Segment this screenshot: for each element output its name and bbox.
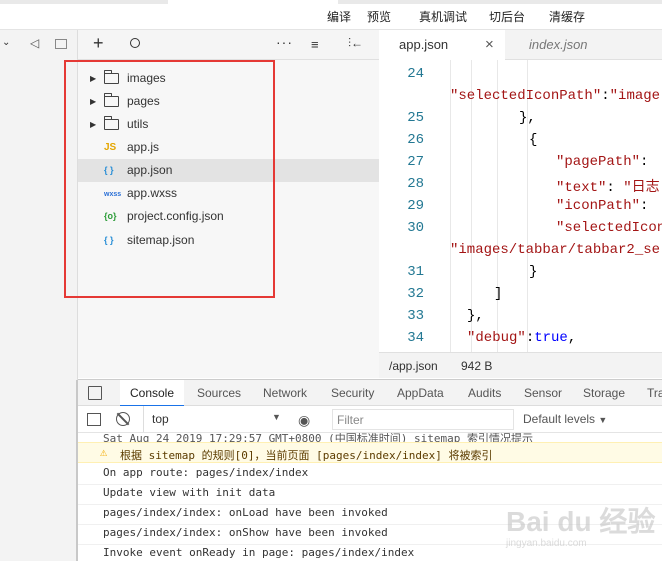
tab-network[interactable]: Network — [263, 380, 307, 407]
editor-status-bar: /app.json 942 B — [379, 352, 662, 378]
warning-text: 根据 sitemap 的规则[0]，当前页面 [pages/index/inde… — [120, 449, 493, 462]
line-number: 29 — [407, 198, 424, 214]
log-line: Invoke event onReady in page: pages/inde… — [103, 546, 415, 559]
log-levels-select[interactable]: Default levels ▼ — [523, 412, 607, 426]
compile-menu[interactable]: 编译 — [327, 8, 351, 25]
preview-menu[interactable]: 预览 — [367, 8, 391, 25]
tab-app-json[interactable]: app.json × — [379, 30, 505, 60]
tab-index-json[interactable]: index.json — [529, 30, 649, 60]
split-icon[interactable]: ⫶← — [348, 36, 363, 51]
line-number: 25 — [407, 110, 424, 126]
line-number: 34 — [407, 330, 424, 346]
tab-appdata[interactable]: AppData — [397, 380, 444, 407]
highlight-box — [64, 60, 275, 298]
line-number: 27 — [407, 154, 424, 170]
window-tab-strip-right — [338, 0, 662, 4]
top-menu-bar: 编译 预览 真机调试 切后台 清缓存 — [0, 0, 662, 30]
watermark-url: jingyan.baidu.com — [506, 538, 587, 549]
line-number: 31 — [407, 264, 424, 280]
line-number: 33 — [407, 308, 424, 324]
window-icon[interactable] — [55, 39, 67, 49]
file-path: /app.json — [389, 359, 438, 373]
tab-label: Tra — [647, 386, 662, 400]
tab-trace[interactable]: Tra — [647, 380, 662, 407]
explorer-toolbar: + ··· ≡ ⫶← — [78, 30, 379, 60]
tab-label: index.json — [529, 37, 588, 52]
context-select[interactable]: top ▼ — [143, 406, 283, 432]
more-icon[interactable]: ··· — [276, 34, 293, 50]
sidebar-toggle-icon[interactable] — [87, 413, 101, 426]
tab-label: app.json — [399, 37, 449, 52]
line-number: 28 — [407, 176, 424, 192]
collapse-icon[interactable]: ≡ — [311, 37, 319, 52]
context-value: top — [152, 412, 169, 426]
levels-label: Default levels — [523, 412, 596, 426]
speaker-icon[interactable]: ◁ — [30, 36, 39, 50]
tab-label: Network — [263, 386, 308, 400]
log-line: pages/index/index: onLoad have been invo… — [103, 506, 388, 519]
filter-input[interactable]: Filter — [332, 409, 514, 430]
tab-security[interactable]: Security — [331, 380, 374, 407]
line-number: 30 — [407, 220, 424, 236]
editor-tabs: app.json × index.json — [379, 30, 662, 60]
tab-label: Console — [129, 386, 175, 400]
remote-debug-menu[interactable]: 真机调试 — [419, 8, 467, 25]
search-icon[interactable] — [130, 38, 140, 48]
line-number: 32 — [407, 286, 424, 302]
clear-cache-menu[interactable]: 清缓存 — [549, 8, 585, 25]
dropdown-arrow-icon: ▼ — [272, 412, 281, 422]
line-number: 24 — [407, 66, 424, 82]
inspect-icon[interactable] — [88, 386, 102, 400]
filter-placeholder: Filter — [337, 413, 364, 427]
tab-sources[interactable]: Sources — [197, 380, 241, 407]
log-line: pages/index/index: onShow have been invo… — [103, 526, 388, 539]
dropdown-arrow-icon: ▼ — [598, 415, 608, 425]
close-icon[interactable]: × — [485, 30, 494, 60]
tab-label: Audits — [468, 386, 502, 400]
watermark-text: Bai du 经验 — [506, 506, 656, 537]
warning-row: ⚠ 根据 sitemap 的规则[0]，当前页面 [pages/index/in… — [78, 442, 662, 463]
eye-icon[interactable]: ◉ — [298, 412, 310, 429]
tab-sensor[interactable]: Sensor — [524, 380, 562, 407]
file-size: 942 B — [461, 359, 493, 373]
tab-label: Sensor — [524, 386, 563, 400]
log-line: Update view with init data — [103, 486, 276, 499]
background-menu[interactable]: 切后台 — [489, 8, 525, 25]
tab-label: Sources — [197, 386, 242, 400]
chevron-down-icon[interactable]: ⌄ — [2, 37, 10, 48]
tab-console[interactable]: Console — [120, 380, 184, 407]
log-line: On app route: pages/index/index — [103, 466, 309, 479]
code-editor[interactable]: 24 "selectedIconPath":"image 25 }, 26 { … — [379, 60, 662, 352]
tab-label: Security — [331, 386, 375, 400]
baidu-watermark: Bai du 经验 jingyan.baidu.com — [506, 500, 656, 555]
tab-label: AppData — [397, 386, 444, 400]
tab-label: Storage — [583, 386, 626, 400]
tab-storage[interactable]: Storage — [583, 380, 625, 407]
console-toolbar: top ▼ ◉ Filter Default levels ▼ — [78, 406, 662, 433]
tab-audits[interactable]: Audits — [468, 380, 501, 407]
add-icon[interactable]: + — [93, 33, 104, 54]
warning-icon: ⚠ — [100, 445, 108, 459]
window-tab-strip — [0, 0, 168, 4]
line-number: 26 — [407, 132, 424, 148]
devtools-tabs: Console Sources Network Security AppData… — [78, 379, 662, 407]
